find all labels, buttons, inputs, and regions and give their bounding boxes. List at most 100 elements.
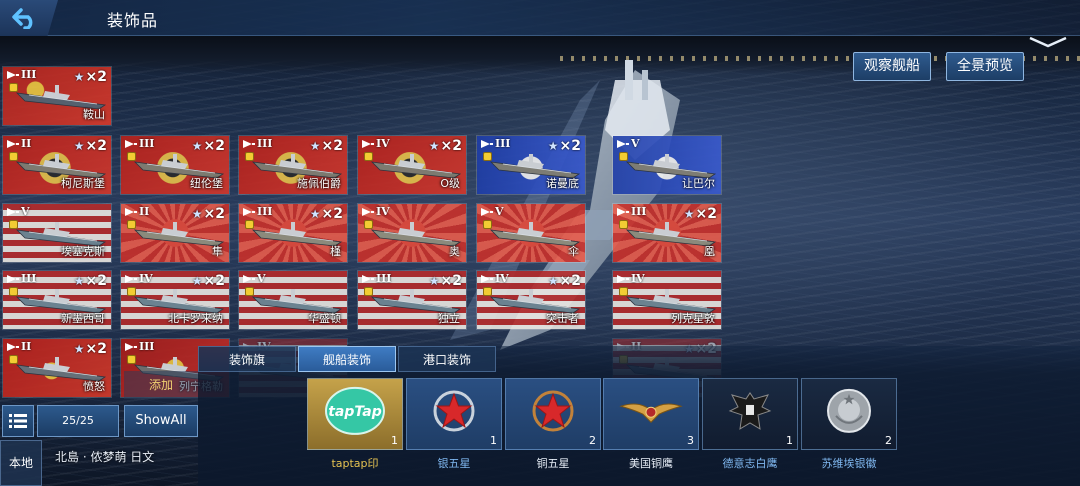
ship-card-north-carolina[interactable]: IV ★ ×2 北卡罗来纳 xyxy=(120,270,230,330)
show-all-button[interactable]: ShowAll xyxy=(124,405,198,437)
ship-class-icon xyxy=(481,207,493,216)
lock-icon xyxy=(619,152,628,161)
tab-flag-decor[interactable]: 装饰旗 xyxy=(198,346,296,372)
decoration-item-bronze-star[interactable]: 2 xyxy=(505,378,601,450)
ship-card-normandie[interactable]: III ★ ×2 诺曼底 xyxy=(476,135,586,195)
ship-card-oku[interactable]: IV 奥 xyxy=(357,203,467,263)
decoration-item-soviet-emblem[interactable]: 2 xyxy=(801,378,897,450)
ship-card-ho[interactable]: III ★ ×2 凰 xyxy=(612,203,722,263)
decoration-quantity: 2 xyxy=(589,434,596,447)
ship-name: 北卡罗来纳 xyxy=(168,312,223,325)
multiplier-label: ×2 xyxy=(85,273,107,289)
ship-card-ranger[interactable]: IV ★ ×2 突击者 xyxy=(476,270,586,330)
ship-name: 伞 xyxy=(568,245,579,258)
star-icon: ★ xyxy=(73,139,85,153)
ship-card-fury[interactable]: II ★ ×2 愤怒 xyxy=(2,338,112,398)
tier-label: III xyxy=(257,205,273,218)
top-bar: 装饰品 xyxy=(0,0,1080,36)
ship-tier: IV xyxy=(362,137,390,150)
tier-label: V xyxy=(21,205,30,218)
observe-ship-button[interactable]: 观察舰船 xyxy=(853,52,931,81)
collapse-chevron-icon[interactable] xyxy=(1028,36,1068,50)
ship-card-hayabusa[interactable]: II ★ ×2 隼 xyxy=(120,203,230,263)
star-multiplier: ★×2 xyxy=(192,206,225,222)
silver-star-icon xyxy=(431,388,477,438)
ship-card-nurnberg[interactable]: III ★ ×2 纽伦堡 xyxy=(120,135,230,195)
decoration-quantity: 1 xyxy=(490,434,497,447)
ship-card-graf-spee[interactable]: III ★ ×2 施佩伯爵 xyxy=(238,135,348,195)
ship-name: 施佩伯爵 xyxy=(297,177,341,190)
ship-tier: III xyxy=(362,272,391,285)
decoration-item-german-eagle[interactable]: 1 xyxy=(702,378,798,450)
ship-card-konigsberg[interactable]: II ★ ×2 柯尼斯堡 xyxy=(2,135,112,195)
ship-tier: IV xyxy=(362,205,390,218)
svg-text:tapTap: tapTap xyxy=(328,404,382,420)
ship-card-anshan[interactable]: III ★ ×2 鞍山 xyxy=(2,66,112,126)
ship-card-independence[interactable]: III ★ ×2 独立 xyxy=(357,270,467,330)
ship-card-o-class[interactable]: IV ★ ×2 O级 xyxy=(357,135,467,195)
ship-card-mogami[interactable]: III ★ ×2 槿 xyxy=(238,203,348,263)
tab-ship-decor[interactable]: 舰船装饰 xyxy=(298,346,396,372)
local-button[interactable]: 本地 xyxy=(0,440,42,486)
star-icon: ★ xyxy=(547,274,559,288)
ship-class-icon xyxy=(362,207,374,216)
ship-tier: V xyxy=(617,137,640,150)
decoration-label: 德意志白鹰 xyxy=(722,457,778,470)
tab-port-decor[interactable]: 港口装饰 xyxy=(398,346,496,372)
ship-class-icon xyxy=(617,274,629,283)
decoration-item-taptap[interactable]: tapTap 1 xyxy=(307,378,403,450)
german-eagle-icon xyxy=(728,387,772,439)
tier-label: III xyxy=(21,68,37,81)
ship-class-icon xyxy=(7,274,19,283)
star-multiplier: ★×2 xyxy=(548,273,581,289)
tier-label: III xyxy=(495,137,511,150)
multiplier-label: ×2 xyxy=(695,206,717,222)
panorama-preview-button[interactable]: 全景预览 xyxy=(946,52,1024,81)
ship-class-icon xyxy=(362,139,374,148)
multiplier-label: ×2 xyxy=(85,341,107,357)
ship-tier: V xyxy=(243,272,266,285)
decoration-quantity: 1 xyxy=(786,434,793,447)
star-icon: ★ xyxy=(73,274,85,288)
ship-name: 埃塞克斯 xyxy=(61,245,105,258)
star-multiplier: ★×2 xyxy=(429,273,462,289)
tier-label: IV xyxy=(376,205,390,218)
ship-card-kasa[interactable]: V伞 xyxy=(476,203,586,263)
lock-icon xyxy=(9,287,18,296)
ship-tier: IV xyxy=(125,272,153,285)
star-icon: ★ xyxy=(428,274,440,288)
ship-tier: IV xyxy=(617,272,645,285)
decoration-item-us-eagle[interactable]: 3 xyxy=(603,378,699,450)
star-icon: ★ xyxy=(428,139,440,153)
back-button[interactable] xyxy=(0,0,58,36)
ship-name: 纽伦堡 xyxy=(190,177,223,190)
ship-card-essex[interactable]: V 埃塞克斯 xyxy=(2,203,112,263)
ship-tier: II xyxy=(7,137,31,150)
multiplier-label: ×2 xyxy=(321,138,343,154)
soviet-emblem-icon xyxy=(824,386,874,440)
back-arrow-icon xyxy=(12,8,33,29)
ship-tier: III xyxy=(125,340,154,353)
ship-tier: IV xyxy=(481,272,509,285)
ship-class-icon xyxy=(243,139,255,148)
ship-class-icon xyxy=(617,139,629,148)
ship-card-washington[interactable]: V 华盛顿 xyxy=(238,270,348,330)
ship-card-lexington[interactable]: IV 列克星敦 xyxy=(612,270,722,330)
tier-label: V xyxy=(257,272,266,285)
ship-card-new-mexico[interactable]: III ★ ×2 新墨西哥 xyxy=(2,270,112,330)
multiplier-label: ×2 xyxy=(203,273,225,289)
ship-card-jean-bart[interactable]: V 让巴尔 xyxy=(612,135,722,195)
tier-label: IV xyxy=(139,272,153,285)
decoration-label: 美国铜鹰 xyxy=(629,457,673,470)
ship-name: 槿 xyxy=(330,245,341,258)
list-toggle-button[interactable] xyxy=(2,405,34,437)
decoration-item-silver-star[interactable]: 1 xyxy=(406,378,502,450)
decoration-label: 铜五星 xyxy=(536,457,570,470)
ship-class-icon xyxy=(481,139,493,148)
multiplier-label: ×2 xyxy=(203,206,225,222)
star-icon: ★ xyxy=(191,207,203,221)
star-icon: ★ xyxy=(73,70,85,84)
ship-name: 柯尼斯堡 xyxy=(61,177,105,190)
add-button[interactable]: 添加 xyxy=(124,371,198,399)
ship-tier: III xyxy=(243,137,272,150)
